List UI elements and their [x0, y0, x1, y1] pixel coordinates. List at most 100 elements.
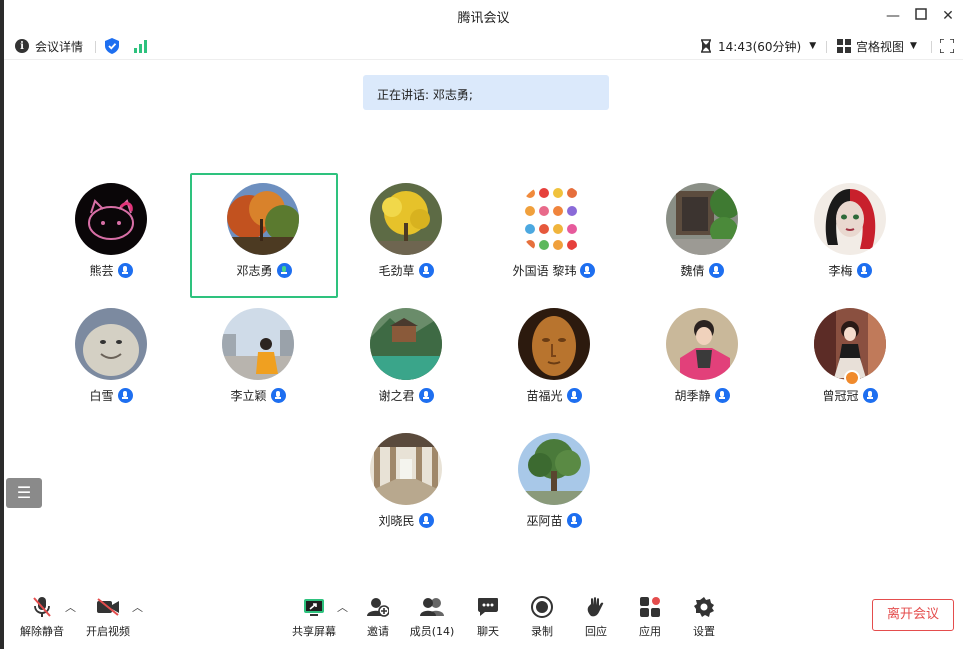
avatar — [518, 308, 590, 380]
participant-tile[interactable]: 外国语 黎玮 — [480, 173, 628, 298]
participant-name: 熊芸 — [89, 264, 114, 278]
share-screen-label: 共享屏幕 — [292, 625, 336, 638]
chevron-down-icon: ▼ — [910, 41, 917, 51]
video-options-chevron-icon[interactable]: ︿ — [132, 599, 143, 615]
start-video-button[interactable]: 开启视频 — [78, 595, 138, 643]
react-button[interactable]: 回应 — [566, 595, 626, 643]
hand-wave-icon — [566, 595, 626, 619]
unmute-button[interactable]: 解除静音 — [12, 595, 72, 643]
participant-tile[interactable]: 李梅 — [776, 173, 924, 298]
window-title: 腾讯会议 — [457, 11, 510, 26]
mic-icon — [418, 513, 434, 528]
maximize-icon[interactable] — [911, 6, 931, 26]
close-icon[interactable]: ✕ — [938, 6, 958, 26]
chat-button[interactable]: 聊天 — [458, 595, 518, 643]
leave-meeting-button[interactable]: 离开会议 — [872, 599, 954, 631]
info-icon: i — [15, 39, 29, 53]
add-user-icon — [348, 595, 408, 619]
avatar — [666, 183, 738, 255]
hourglass-icon — [701, 39, 711, 53]
record-button[interactable]: 录制 — [512, 595, 572, 643]
avatar — [518, 183, 590, 255]
mic-icon — [862, 388, 878, 403]
invite-button[interactable]: 邀请 — [348, 595, 408, 643]
record-label: 录制 — [531, 625, 553, 638]
camera-off-icon — [78, 595, 138, 619]
mic-icon — [714, 388, 730, 403]
participant-name: 李立颖 — [230, 389, 267, 403]
mic-icon — [708, 263, 724, 278]
participant-tile[interactable]: 熊芸 — [37, 173, 185, 298]
audio-options-chevron-icon[interactable]: ︿ — [65, 599, 76, 615]
avatar — [370, 308, 442, 380]
members-button[interactable]: 成员(14) — [402, 595, 462, 643]
chat-label: 聊天 — [477, 625, 499, 638]
avatar — [370, 433, 442, 505]
avatar — [222, 308, 294, 380]
grid-icon — [837, 39, 851, 53]
participant-name: 胡季静 — [674, 389, 711, 403]
info-bar: i 会议详情 14:43(60分钟) ▼ 宫格视图 ▼ — [4, 32, 963, 60]
divider — [826, 41, 827, 53]
participant-tile[interactable]: 苗福光 — [480, 298, 628, 423]
share-screen-button[interactable]: 共享屏幕 — [284, 595, 344, 643]
mic-icon — [580, 263, 596, 278]
mic-muted-icon — [12, 595, 72, 619]
start-video-label: 开启视频 — [86, 625, 130, 638]
members-icon — [402, 595, 462, 619]
timer-text: 14:43(60分钟) — [718, 39, 802, 54]
apps-icon — [620, 595, 680, 619]
react-label: 回应 — [585, 625, 607, 638]
chat-icon — [458, 595, 518, 619]
mic-icon — [566, 513, 582, 528]
view-mode-dropdown[interactable]: 宫格视图 ▼ — [837, 37, 917, 55]
participant-name: 邓志勇 — [236, 264, 273, 278]
participant-tile[interactable]: 白雪 — [37, 298, 185, 423]
mic-icon — [418, 388, 434, 403]
participant-tile[interactable]: 胡季静 — [628, 298, 776, 423]
security-shield-icon[interactable] — [105, 37, 119, 55]
participant-tile[interactable]: 李立颖 — [184, 298, 332, 423]
participant-name: 巫阿苗 — [526, 514, 563, 528]
settings-label: 设置 — [693, 625, 715, 638]
participant-tile[interactable]: 曾冠冠 — [776, 298, 924, 423]
leave-meeting-label: 离开会议 — [886, 607, 939, 622]
bottom-toolbar: 解除静音 ︿ 开启视频 ︿ 共享屏幕 ︿ 邀请 成员(14) 聊天 录制 回应 … — [4, 589, 963, 649]
apps-label: 应用 — [639, 625, 661, 638]
speaking-text: 正在讲话: 邓志勇; — [377, 88, 473, 102]
participant-name: 苗福光 — [526, 389, 563, 403]
participant-tile[interactable]: 魏倩 — [628, 173, 776, 298]
avatar — [227, 183, 299, 255]
record-icon — [512, 595, 572, 619]
avatar — [370, 183, 442, 255]
participant-tile-speaking[interactable]: 邓志勇 — [190, 173, 338, 298]
minimize-icon[interactable]: — — [883, 6, 903, 26]
timer-display[interactable]: 14:43(60分钟) ▼ — [700, 37, 816, 55]
apps-button[interactable]: 应用 — [620, 595, 680, 643]
meeting-details-button[interactable]: i 会议详情 — [15, 37, 83, 55]
divider — [95, 41, 96, 53]
mic-icon — [117, 388, 133, 403]
settings-button[interactable]: 设置 — [674, 595, 734, 643]
participant-name: 白雪 — [89, 389, 114, 403]
avatar — [666, 308, 738, 380]
avatar — [75, 308, 147, 380]
participant-tile[interactable]: 毛劲草 — [332, 173, 480, 298]
unmute-label: 解除静音 — [20, 625, 64, 638]
participant-tile[interactable]: 巫阿苗 — [480, 423, 628, 548]
fullscreen-icon[interactable] — [940, 37, 954, 55]
signal-icon[interactable] — [133, 37, 149, 55]
participant-list-toggle-icon[interactable]: ☰ — [6, 478, 42, 508]
members-label: 成员(14) — [409, 625, 455, 638]
host-badge-icon — [844, 370, 860, 386]
speaking-banner: 正在讲话: 邓志勇; — [363, 75, 609, 110]
participant-name: 魏倩 — [680, 264, 705, 278]
participant-name: 谢之君 — [378, 389, 415, 403]
participant-name: 刘晓民 — [378, 514, 415, 528]
invite-label: 邀请 — [367, 625, 389, 638]
participant-name: 李梅 — [828, 264, 853, 278]
share-options-chevron-icon[interactable]: ︿ — [337, 599, 348, 615]
view-mode-label: 宫格视图 — [856, 39, 905, 54]
participant-tile[interactable]: 刘晓民 — [332, 423, 480, 548]
participant-tile[interactable]: 谢之君 — [332, 298, 480, 423]
